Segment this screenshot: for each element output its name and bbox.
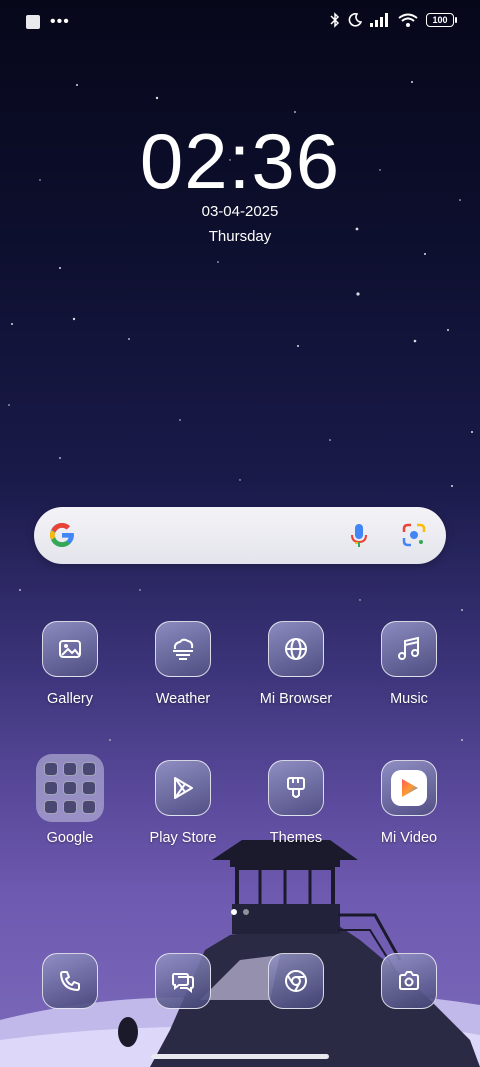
brush-icon[interactable] (268, 760, 324, 816)
app-label: Google (46, 830, 94, 846)
signal-icon (370, 13, 388, 27)
page-indicator[interactable] (0, 909, 480, 915)
app-mi-browser[interactable]: Mi Browser (248, 621, 344, 707)
bluetooth-icon (330, 12, 340, 28)
folder-app-icon (44, 762, 58, 776)
app-label: Play Store (149, 830, 217, 846)
clock-day[interactable]: Thursday (0, 228, 480, 245)
wallpaper-scene (0, 840, 480, 1067)
folder-icon[interactable] (36, 754, 104, 822)
gesture-bar[interactable] (151, 1054, 329, 1059)
folder-app-icon (44, 781, 58, 795)
app-mi-video[interactable]: Mi Video (361, 760, 457, 846)
app-themes[interactable]: Themes (248, 760, 344, 846)
battery-icon: 100 (426, 13, 457, 27)
folder-app-icon (82, 800, 96, 814)
app-label: Weather (155, 691, 211, 707)
moon-icon (348, 13, 362, 27)
mi-video-icon[interactable] (381, 760, 437, 816)
dock-chrome[interactable] (248, 953, 344, 1009)
music-note-icon[interactable] (381, 621, 437, 677)
folder-app-icon (82, 762, 96, 776)
globe-icon[interactable] (268, 621, 324, 677)
dock-messages[interactable] (135, 953, 231, 1009)
app-label: Mi Video (380, 830, 438, 846)
folder-app-icon (63, 781, 77, 795)
weather-icon[interactable] (155, 621, 211, 677)
messages-icon[interactable] (155, 953, 211, 1009)
app-music[interactable]: Music (361, 621, 457, 707)
app-label: Themes (269, 830, 323, 846)
app-folder-google[interactable]: Google (22, 754, 118, 846)
clock-date[interactable]: 03-04-2025 (0, 203, 480, 220)
app-gallery[interactable]: Gallery (22, 621, 118, 707)
camera-icon[interactable] (381, 953, 437, 1009)
app-label: Mi Browser (259, 691, 333, 707)
phone-icon[interactable] (42, 953, 98, 1009)
chrome-icon[interactable] (268, 953, 324, 1009)
dock-camera[interactable] (361, 953, 457, 1009)
notification-square-icon (26, 15, 40, 29)
folder-app-icon (82, 781, 96, 795)
gallery-icon[interactable] (42, 621, 98, 677)
wifi-icon (398, 13, 418, 27)
dock-phone[interactable] (22, 953, 118, 1009)
app-play-store[interactable]: Play Store (135, 760, 231, 846)
app-label: Music (390, 691, 428, 707)
google-search-bar[interactable] (34, 507, 446, 564)
mic-icon[interactable] (350, 523, 368, 549)
page-dot[interactable] (243, 909, 249, 915)
page-dot-active[interactable] (231, 909, 237, 915)
status-bar: ••• 100 (0, 0, 480, 46)
clock-time[interactable]: 02:36 (0, 118, 480, 204)
folder-app-icon (63, 800, 77, 814)
google-lens-icon[interactable] (402, 523, 426, 547)
folder-app-icon (63, 762, 77, 776)
app-label: Gallery (47, 691, 93, 707)
more-dots-icon: ••• (50, 13, 70, 30)
folder-app-icon (44, 800, 58, 814)
play-store-icon[interactable] (155, 760, 211, 816)
app-weather[interactable]: Weather (135, 621, 231, 707)
battery-level: 100 (432, 15, 448, 25)
google-g-icon (50, 523, 74, 547)
